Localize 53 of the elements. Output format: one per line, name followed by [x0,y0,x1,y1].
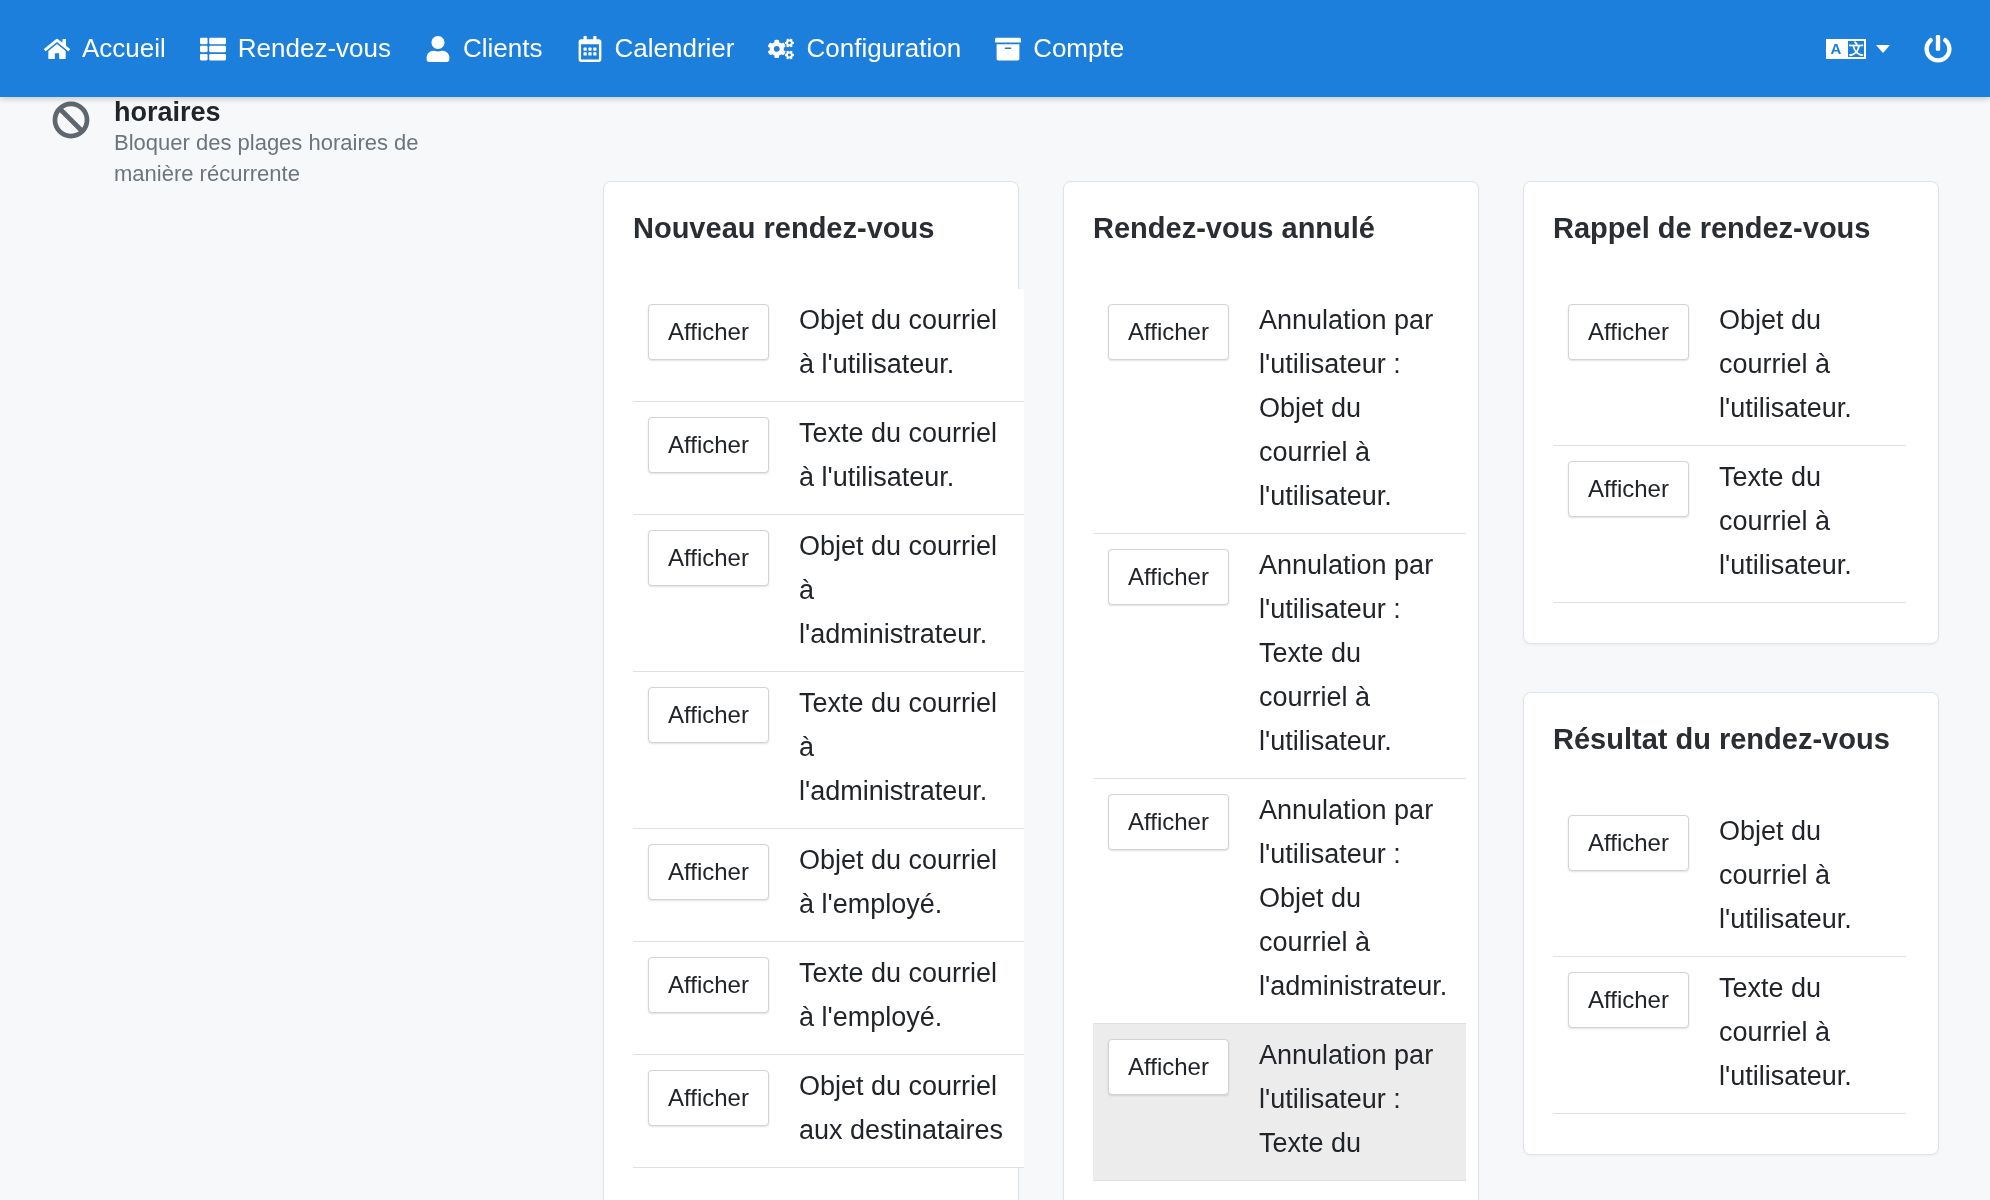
nav-link[interactable]: Calendrier [576,33,735,64]
template-label: Objet du courriel à l'utilisateur. [1719,815,1853,936]
card-title: Nouveau rendez-vous [633,212,936,245]
show-button[interactable]: Afficher [1568,304,1689,360]
template-label: Texte du courriel à l'utilisateur. [1719,461,1853,582]
template-label: Objet du courriel à l'utilisateur. [799,304,999,381]
template-label: Texte du courriel à l'utilisateur. [1719,972,1853,1093]
nav-link[interactable]: Rendez-vous [199,33,392,64]
nav-link[interactable]: Accueil [44,33,166,64]
ban-icon [52,101,90,139]
show-button[interactable]: Afficher [1568,815,1689,871]
show-button[interactable]: Afficher [1568,461,1689,517]
sidebar-item-description: Bloquer des plages horaires de manière récurrente [114,129,420,188]
power-icon [1924,34,1952,63]
show-button[interactable]: Afficher [1568,972,1689,1028]
logout-button[interactable] [1924,34,1952,63]
template-label: Objet du courriel à l'employé. [799,844,999,921]
template-label: Texte du courriel à l'employé. [799,957,999,1034]
card-title: Résultat du rendez-vous [1553,723,1891,756]
template-label: Annulation par l'utilisateur : Objet du courriel à l'utilisateur. [1259,304,1435,513]
template-label: Objet du courriel à l'utilisateur. [1719,304,1853,425]
caret-icon [1876,44,1890,53]
show-button[interactable]: Afficher [648,304,769,360]
card-title: Rendez-vous annulé [1093,212,1376,245]
template-label: Annulation par l'utilisateur : Objet du courriel à l'administrateur. [1259,794,1449,1003]
language-glyph: 文 [1846,38,1866,59]
language-dropdown[interactable]: A 文 [1826,38,1890,59]
archive-icon [995,35,1022,62]
show-button[interactable]: Afficher [648,530,769,586]
show-button[interactable]: Afficher [648,844,769,900]
show-button[interactable]: Afficher [648,417,769,473]
nav-link[interactable]: Clients [425,33,543,64]
template-label: Objet du courriel à l'administrateur. [799,530,999,651]
card-title: Rappel de rendez-vous [1553,212,1872,245]
nav-link[interactable]: Configuration [768,33,962,64]
show-button[interactable]: Afficher [648,687,769,743]
show-button[interactable]: Afficher [648,1070,769,1126]
template-label: Texte du courriel à l'administrateur. [799,687,999,808]
show-button[interactable]: Afficher [1108,549,1229,605]
template-label: Texte du courriel à l'utilisateur. [799,417,999,494]
calendar-icon [576,35,603,62]
sidebar-item-title[interactable]: horaires [114,97,454,127]
template-label: Annulation par l'utilisateur : Texte du courriel à l'utilisateur. [1259,549,1435,758]
show-button[interactable]: Afficher [648,957,769,1013]
language-glyph: A [1826,38,1846,59]
template-label: Annulation par l'utilisateur : Texte du [1259,1039,1435,1160]
list-icon [199,35,226,62]
show-button[interactable]: Afficher [1108,1039,1229,1095]
nav-link[interactable]: Compte [995,33,1125,64]
show-button[interactable]: Afficher [1108,304,1229,360]
template-label: Objet du courriel aux destinataires [799,1070,1005,1147]
show-button[interactable]: Afficher [1108,794,1229,850]
user-icon [425,35,452,62]
